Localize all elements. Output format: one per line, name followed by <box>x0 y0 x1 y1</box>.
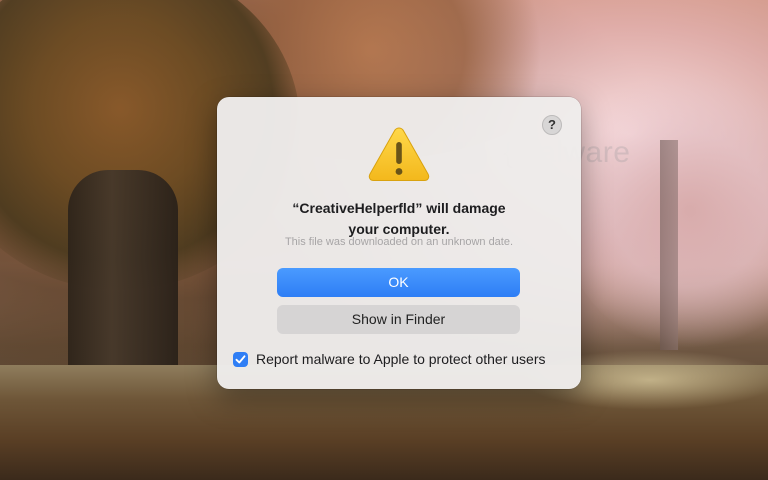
alert-title: “CreativeHelperfld” will damage your com… <box>292 200 506 237</box>
alert-subtitle: This file was downloaded on an unknown d… <box>284 236 514 248</box>
desktop-wallpaper: {malware ? “CreativeHelperfld” will dama… <box>0 0 768 480</box>
wallpaper-far-trunk <box>660 140 678 350</box>
malware-alert-dialog: ? “CreativeHelperfld” will damage your c… <box>217 97 581 389</box>
help-button[interactable]: ? <box>542 115 562 135</box>
report-malware-label: Report malware to Apple to protect other… <box>256 351 546 367</box>
warning-triangle-icon <box>368 127 430 181</box>
ok-button[interactable]: OK <box>277 268 520 297</box>
report-malware-checkbox[interactable] <box>233 351 248 367</box>
report-malware-row[interactable]: Report malware to Apple to protect other… <box>233 350 545 368</box>
show-in-finder-button[interactable]: Show in Finder <box>277 305 520 334</box>
checkmark-icon <box>235 354 246 363</box>
